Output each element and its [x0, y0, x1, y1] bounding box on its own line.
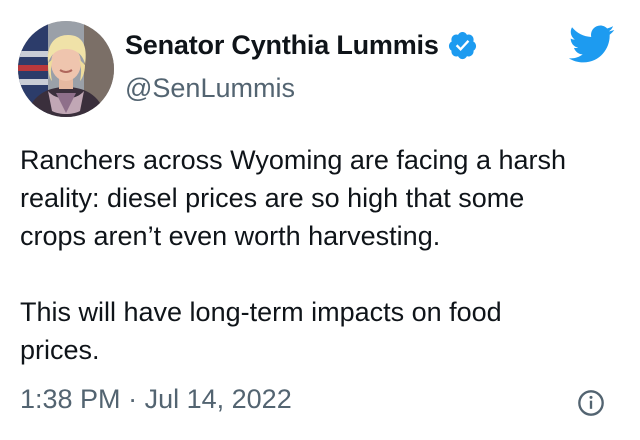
author-handle[interactable]: @SenLummis	[125, 73, 295, 104]
tweet-card: Senator Cynthia Lummis @SenLummis Ranche…	[0, 0, 640, 440]
tweet-text: Ranchers across Wyoming are facing a har…	[20, 141, 620, 369]
tweet-time[interactable]: 1:38 PM	[20, 384, 121, 414]
avatar[interactable]	[18, 21, 114, 117]
author-display-name[interactable]: Senator Cynthia Lummis	[125, 30, 439, 61]
info-icon[interactable]	[577, 389, 605, 417]
tweet-paragraph-1: Ranchers across Wyoming are facing a har…	[20, 145, 566, 251]
verified-badge-icon	[447, 30, 478, 61]
tweet-timestamp[interactable]: 1:38 PM · Jul 14, 2022	[20, 384, 292, 415]
tweet-paragraph-2: This will have long-term impacts on food…	[20, 297, 502, 365]
timestamp-separator: ·	[128, 384, 138, 414]
tweet-date[interactable]: Jul 14, 2022	[145, 384, 292, 414]
avatar-photo	[18, 21, 114, 117]
author-name-row[interactable]: Senator Cynthia Lummis	[125, 30, 478, 61]
twitter-bird-icon[interactable]	[567, 24, 615, 64]
